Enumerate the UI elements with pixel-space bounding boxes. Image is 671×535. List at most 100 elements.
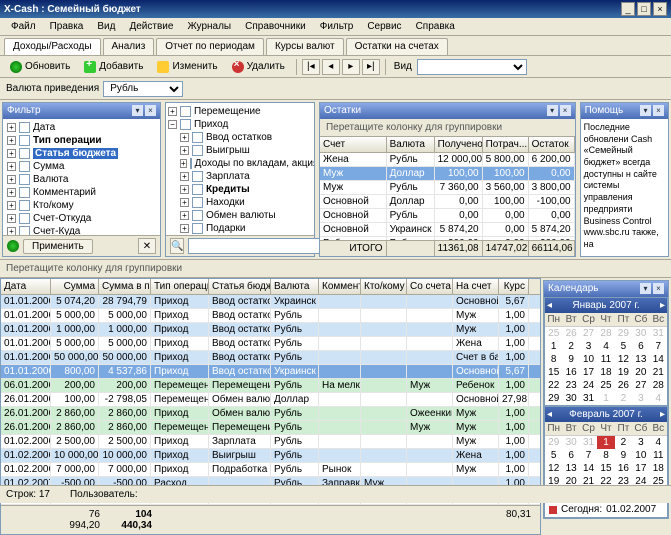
column-header[interactable]: Сумма [51,279,99,294]
table-row[interactable]: ЖенаРубль12 000,005 800,006 200,00 [320,153,575,167]
expand-icon[interactable]: + [7,227,16,235]
calendar-day[interactable]: 12 [615,353,632,366]
menu-Вид[interactable]: Вид [90,19,122,34]
checkbox[interactable] [180,119,191,130]
expand-icon[interactable]: + [7,201,16,210]
cal-prev-icon[interactable]: ◂ [547,300,552,311]
expand-icon[interactable]: + [7,149,16,158]
calendar-day[interactable]: 30 [562,436,579,449]
table-row[interactable]: 01.02.200610 000,0010 000,00ПриходВыигры… [1,449,540,463]
table-row[interactable]: ОсновнойРубль0,000,000,00 [320,209,575,223]
cal-next-icon[interactable]: ▸ [660,300,665,311]
filter-item[interactable]: +Валюта [5,173,158,186]
expand-icon[interactable]: + [180,224,189,233]
edit-button[interactable]: Изменить [151,58,223,76]
nav-next-button[interactable]: ▸ [342,59,360,75]
calendar-day[interactable]: 31 [650,327,667,340]
calendar-day[interactable]: 12 [545,462,562,475]
calendar-day[interactable]: 26 [562,327,579,340]
menu-Журналы[interactable]: Журналы [180,19,238,34]
tree-item[interactable]: +Доходы по вкладам, акциям [168,157,312,170]
filter-item[interactable]: +Счет-Куда [5,225,158,235]
checkbox[interactable] [19,148,30,159]
expand-icon[interactable]: + [7,175,16,184]
calendar-day[interactable]: 2 [615,436,632,449]
calendar-day[interactable]: 29 [545,392,562,405]
calendar-day[interactable]: 13 [562,462,579,475]
calendar-day[interactable]: 2 [562,340,579,353]
calendar-day[interactable]: 18 [597,366,614,379]
filter-clear-button[interactable]: ✕ [138,238,156,254]
calendar-day[interactable]: 16 [615,462,632,475]
column-header[interactable]: Сумма в п... [99,279,151,294]
calendar-day[interactable]: 23 [562,379,579,392]
checkbox[interactable] [192,210,203,221]
table-row[interactable]: ОсновнойУкраинск5 874,200,005 874,20 [320,223,575,237]
column-header[interactable]: Курс [499,279,529,294]
calendar-day[interactable]: 7 [650,340,667,353]
calendar-day[interactable]: 6 [632,340,649,353]
nav-first-button[interactable]: |◂ [302,59,320,75]
menu-Справка[interactable]: Справка [409,19,462,34]
filter-item[interactable]: +Тип операции [5,134,158,147]
column-header[interactable]: Статья бюджета [209,279,271,294]
table-row[interactable]: 26.01.20062 860,002 860,00ПеремещениеПер… [1,421,540,435]
table-row[interactable]: 06.01.2006200,00200,00ПеремещениеПеремещ… [1,379,540,393]
calendar-day[interactable]: 28 [650,379,667,392]
column-header[interactable]: Со счета [407,279,453,294]
calendar-day[interactable]: 11 [597,353,614,366]
calendar-day[interactable]: 19 [615,366,632,379]
filter-item[interactable]: +Счет-Откуда [5,212,158,225]
calendar-day[interactable]: 28 [597,327,614,340]
calendar-day[interactable]: 25 [545,327,562,340]
menu-Действие[interactable]: Действие [122,19,180,34]
calendar-day[interactable]: 15 [545,366,562,379]
calendar-day[interactable]: 10 [632,449,649,462]
calendar-day[interactable]: 2 [615,392,632,405]
calendar-day[interactable]: 3 [580,340,597,353]
calendar-day[interactable]: 4 [650,436,667,449]
calendar-day[interactable]: 10 [580,353,597,366]
calendar-day[interactable]: 20 [632,366,649,379]
calendar-day[interactable]: 16 [562,366,579,379]
calendar-day[interactable]: 14 [650,353,667,366]
minimize-button[interactable]: _ [621,2,635,16]
table-row[interactable]: 26.01.2006100,00-2 798,05ПеремещениеОбме… [1,393,540,407]
checkbox[interactable] [19,161,30,172]
calendar-day[interactable]: 21 [650,366,667,379]
calendar-1[interactable]: ◂Январь 2007 г.▸ ПнВтСрЧтПтСбВс252627282… [544,297,668,406]
calendar-day[interactable]: 13 [632,353,649,366]
calendar-day[interactable]: 31 [580,392,597,405]
checkbox[interactable] [19,200,30,211]
calendar-day[interactable]: 4 [650,392,667,405]
calendar-day[interactable]: 8 [597,449,614,462]
tree-item[interactable]: +Находки [168,196,312,209]
checkbox[interactable] [19,226,30,235]
maximize-button[interactable]: □ [637,2,651,16]
menu-Правка[interactable]: Правка [43,19,91,34]
expand-icon[interactable]: + [180,185,189,194]
tree-item[interactable]: +Перемещение [168,105,312,118]
table-row[interactable]: 01.01.20061 000,001 000,00ПриходВвод ост… [1,323,540,337]
expand-icon[interactable]: + [180,172,189,181]
checkbox[interactable] [190,158,192,169]
expand-icon[interactable]: + [180,198,189,207]
calendar-day[interactable]: 27 [632,379,649,392]
search-icon[interactable]: 🔍 [170,238,184,254]
add-button[interactable]: Добавить [78,58,149,76]
tree-item[interactable]: +Обмен валюты [168,209,312,222]
pane-close-icon[interactable]: × [145,105,156,116]
table-row[interactable]: МужРубль7 360,003 560,003 800,00 [320,181,575,195]
tab-3[interactable]: Курсы валют [266,38,344,55]
calendar-day[interactable]: 30 [562,392,579,405]
checkbox[interactable] [192,171,203,182]
column-header[interactable]: На счет [453,279,499,294]
calendar-day[interactable]: 9 [562,353,579,366]
close-button[interactable]: × [653,2,667,16]
tree-item[interactable]: +Зарплата [168,170,312,183]
pane-pin-icon[interactable]: ▾ [132,105,143,116]
table-row[interactable]: 01.01.20065 000,005 000,00ПриходВвод ост… [1,337,540,351]
tab-2[interactable]: Отчет по периодам [156,38,264,55]
calendar-day[interactable]: 30 [632,327,649,340]
calendar-day[interactable]: 1 [597,436,614,449]
